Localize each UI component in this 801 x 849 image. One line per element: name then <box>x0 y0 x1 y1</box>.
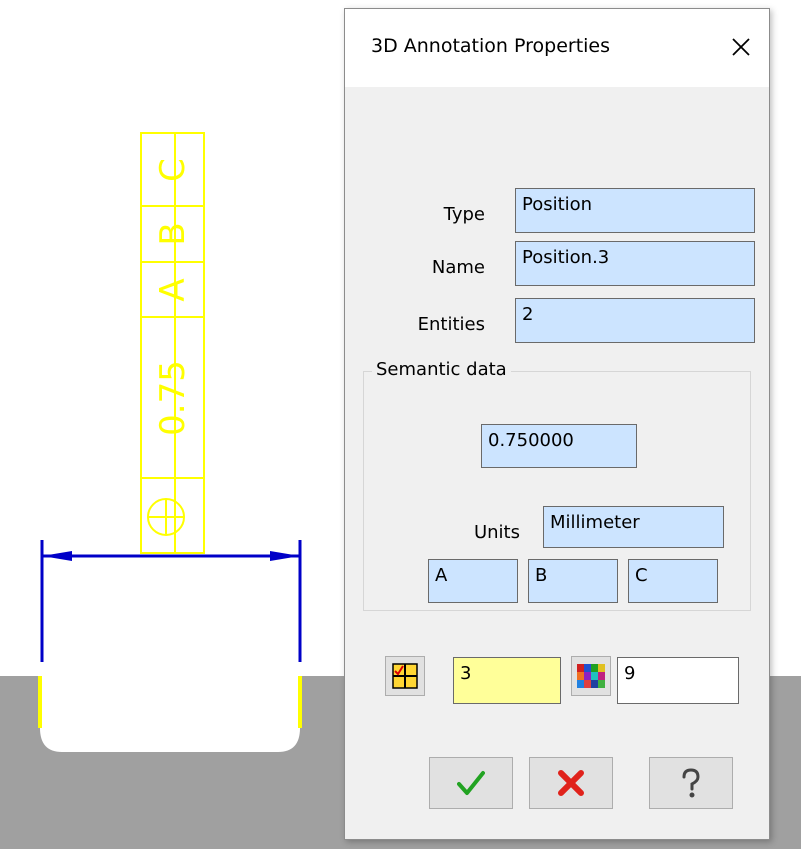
position-symbol <box>147 498 185 536</box>
line-weight-field[interactable]: 3 <box>453 657 561 704</box>
frame-cell-b: B <box>153 222 193 245</box>
name-field[interactable]: Position.3 <box>515 241 755 286</box>
frame-cell-tolerance: 0.75 <box>153 360 193 436</box>
red-x-icon <box>558 770 584 796</box>
type-field[interactable]: Position <box>515 188 755 233</box>
annotation-properties-dialog: 3D Annotation Properties Type Position N… <box>344 8 770 840</box>
close-icon <box>732 38 750 56</box>
frame-outline <box>140 132 205 554</box>
dialog-title: 3D Annotation Properties <box>371 35 611 57</box>
datum-b-field[interactable]: B <box>528 559 618 603</box>
part-edge-highlight <box>38 676 42 728</box>
cancel-button[interactable] <box>529 757 613 809</box>
line-weight-button[interactable] <box>385 656 425 696</box>
semantic-data-group: Semantic data 0.750000 Units Millimeter … <box>363 359 751 611</box>
line-weight-icon <box>392 663 418 689</box>
checkmark-icon <box>457 771 485 795</box>
feature-control-frame <box>140 132 205 554</box>
frame-text: C B A 0.75 <box>153 158 193 436</box>
question-mark-icon <box>682 768 700 798</box>
dimension-line <box>40 540 302 662</box>
part-edge-highlight <box>298 676 302 728</box>
datum-c-field[interactable]: C <box>628 559 718 603</box>
frame-cell-c: C <box>153 158 193 182</box>
close-button[interactable] <box>721 27 761 67</box>
ok-button[interactable] <box>429 757 513 809</box>
semantic-data-legend: Semantic data <box>372 359 511 380</box>
color-button[interactable] <box>571 656 611 696</box>
title-bar: 3D Annotation Properties <box>345 9 769 87</box>
name-label: Name <box>431 257 485 278</box>
tolerance-field[interactable]: 0.750000 <box>481 424 637 468</box>
entities-label: Entities <box>417 314 485 335</box>
datum-a-field[interactable]: A <box>428 559 518 603</box>
part-body <box>40 648 300 752</box>
type-label: Type <box>443 204 485 225</box>
units-field[interactable]: Millimeter <box>543 506 724 548</box>
color-palette-icon <box>577 664 605 688</box>
units-label: Units <box>473 522 520 543</box>
color-field[interactable]: 9 <box>617 657 739 704</box>
entities-field[interactable]: 2 <box>515 298 755 343</box>
frame-cell-a: A <box>153 278 193 301</box>
help-button[interactable] <box>649 757 733 809</box>
